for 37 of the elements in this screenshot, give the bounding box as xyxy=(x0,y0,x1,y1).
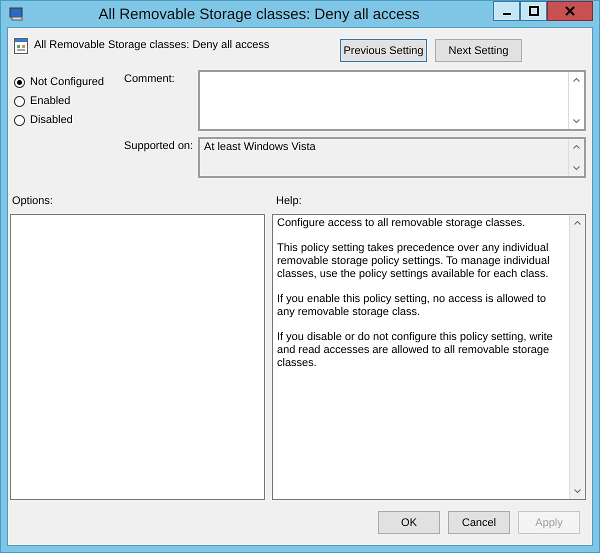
close-icon xyxy=(565,6,575,16)
minimize-icon xyxy=(502,13,510,15)
maximize-icon xyxy=(528,6,538,16)
help-paragraph: If you disable or do not configure this policy setting, write and read accesses are allowed to all removable storage classes. xyxy=(277,331,554,370)
help-paragraph: Configure access to all removable storage classes. xyxy=(277,217,526,230)
chevron-up-icon[interactable] xyxy=(574,221,581,225)
window-title: All Removable Storage classes: Deny all access xyxy=(98,6,420,22)
app-icon xyxy=(9,7,25,21)
chevron-down-icon[interactable] xyxy=(574,489,581,493)
comment-field[interactable] xyxy=(198,70,586,131)
close-button[interactable] xyxy=(547,1,593,21)
scrollbar[interactable] xyxy=(569,215,585,499)
supported-on-label: Supported on: xyxy=(124,139,194,154)
help-label: Help: xyxy=(276,195,302,207)
options-label: Options: xyxy=(11,195,54,207)
dialog-button[interactable]: OK xyxy=(378,511,440,534)
chevron-up-icon[interactable] xyxy=(573,145,580,149)
radio-option[interactable]: Not Configured xyxy=(14,76,124,88)
maximize-button[interactable] xyxy=(520,1,547,21)
setting-nav-button[interactable]: Next Setting xyxy=(435,39,522,62)
radio-icon[interactable] xyxy=(14,96,25,106)
chevron-up-icon[interactable] xyxy=(573,78,580,82)
policy-title: All Removable Storage classes: Deny all access xyxy=(34,39,270,51)
chevron-down-icon[interactable] xyxy=(573,166,580,170)
help-paragraph: If you enable this policy setting, no access is allowed to any removable storage class. xyxy=(277,293,548,319)
comment-label: Comment: xyxy=(124,72,176,87)
radio-icon[interactable] xyxy=(14,114,25,126)
dialog-button[interactable]: Cancel xyxy=(448,511,510,534)
policy-icon xyxy=(14,38,28,54)
help-paragraph: This policy setting takes precedence over any individual removable storage policy settings. To manage individual classes, use the policy settings available for each class. xyxy=(277,242,551,281)
radio-option[interactable]: Disabled xyxy=(14,114,124,126)
chevron-down-icon[interactable] xyxy=(573,119,580,123)
setting-nav-button[interactable]: Previous Setting xyxy=(340,39,427,62)
minimize-button[interactable] xyxy=(493,1,520,21)
radio-icon[interactable] xyxy=(14,76,25,88)
radio-option[interactable]: Enabled xyxy=(14,95,124,107)
supported-on-field: At least Windows Vista xyxy=(198,137,586,178)
